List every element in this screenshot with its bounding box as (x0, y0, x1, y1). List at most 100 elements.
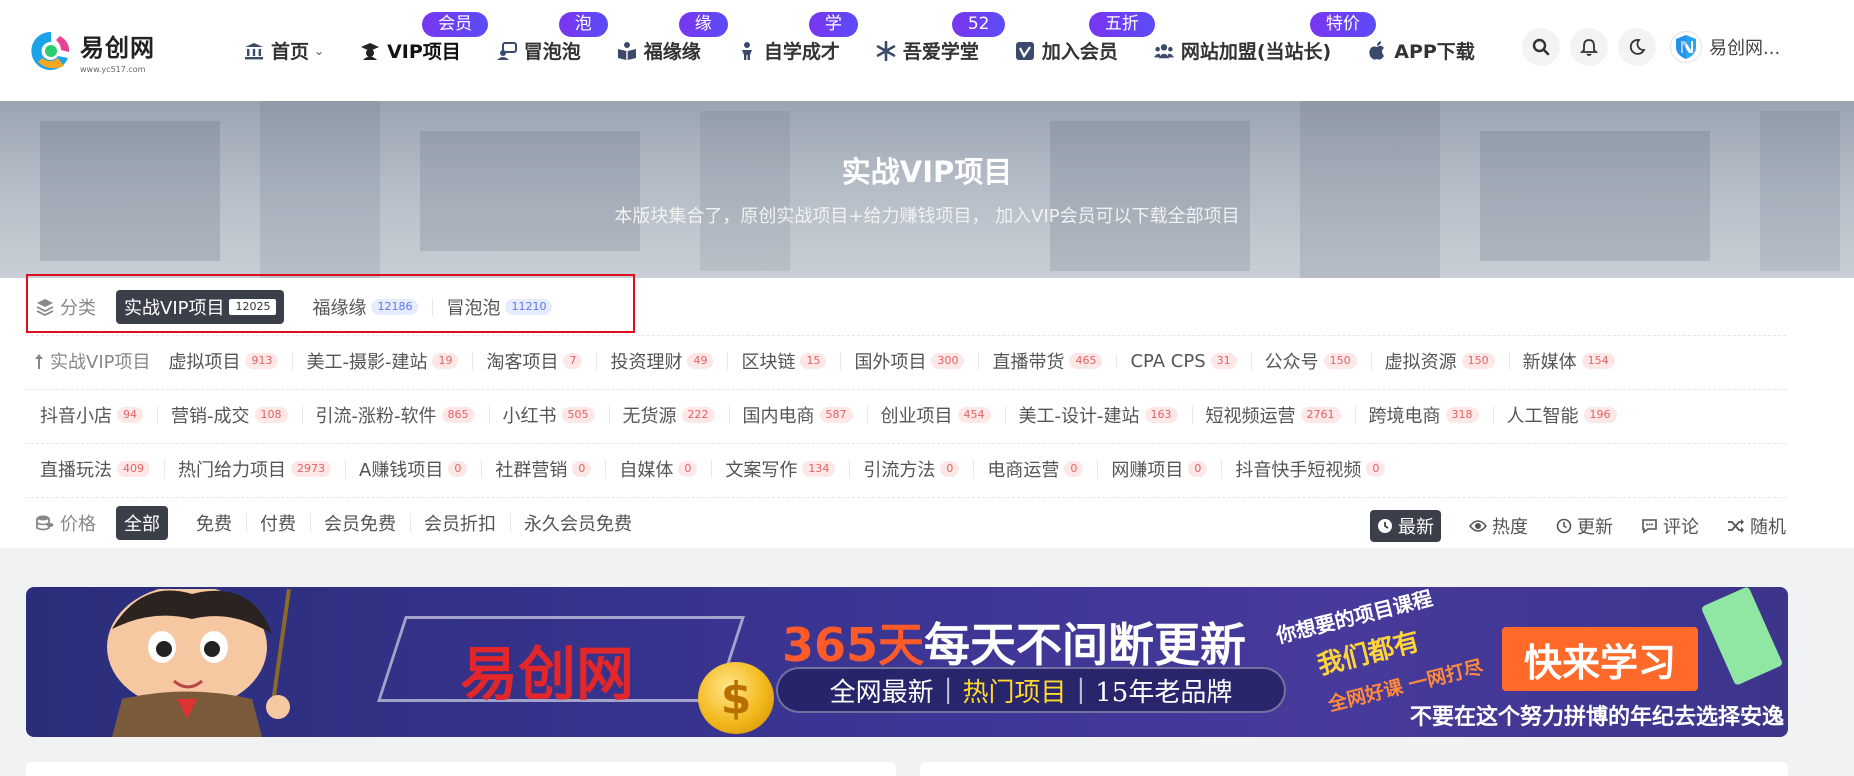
subcategory-tag[interactable]: 国外项目 300 (840, 348, 978, 374)
header-tools: 易创网... (1522, 28, 1780, 66)
eye-icon (1469, 520, 1487, 532)
subcategory-tag[interactable]: 美工-设计-建站 163 (1004, 402, 1192, 428)
count-badge: 134 (802, 461, 836, 477)
subcategory-tag[interactable]: 文案写作 134 (711, 456, 849, 482)
sort-popular[interactable]: 热度 (1469, 513, 1528, 539)
price-filter-1[interactable]: 免费 (182, 510, 246, 536)
user-name: 易创网... (1709, 38, 1781, 59)
subcategory-tag[interactable]: 自媒体 0 (605, 456, 711, 482)
count-badge: 0 (1064, 461, 1084, 477)
nav-home[interactable]: 首页 ⌄ (244, 0, 324, 101)
subcategory-tag[interactable]: A赚钱项目 0 (345, 456, 481, 482)
subcategory-tag[interactable]: 区块链 15 (727, 348, 840, 374)
promo-banner[interactable]: 易创网 $ 365天每天不间断更新 全网最新 | 热门项目 | 15年老品牌 你… (26, 587, 1788, 737)
subcategory-tag[interactable]: CPA CPS 31 (1116, 351, 1250, 372)
dark-mode-button[interactable] (1618, 28, 1656, 66)
price-filter-5[interactable]: 永久会员免费 (510, 510, 646, 536)
subcategory-tag[interactable]: 虚拟项目 913 (154, 348, 292, 374)
page-title: 实战VIP项目 (841, 155, 1013, 189)
parent-category-link[interactable]: 实战VIP项目 (34, 348, 150, 374)
subcategory-tag[interactable]: 跨境电商 318 (1354, 402, 1493, 428)
logo-name: 易创网 (80, 33, 155, 62)
count-badge: 154 (1581, 353, 1615, 369)
subcategory-tag[interactable]: 引流方法 0 (849, 456, 973, 482)
nav-vip-projects[interactable]: 会员 VIP项目 (360, 0, 489, 101)
sort-latest[interactable]: 最新 (1370, 510, 1441, 542)
price-filter-4[interactable]: 会员折扣 (410, 510, 510, 536)
subcategory-tag[interactable]: 公众号 150 (1250, 348, 1371, 374)
nav-fortune[interactable]: 缘 福缘缘 (617, 0, 728, 101)
subcategory-tag[interactable]: 小红书 505 (488, 402, 609, 428)
count-badge: 0 (1188, 461, 1208, 477)
apple-icon (1367, 40, 1387, 61)
price-filter-2[interactable]: 付费 (246, 510, 310, 536)
child-icon (737, 41, 757, 61)
sort-updated[interactable]: 更新 (1556, 513, 1613, 539)
site-header: 易创网 www.yc517.com 首页 ⌄ 会员 VIP项目 泡 冒泡泡 缘 … (0, 0, 1854, 101)
clock-outline-icon (1556, 518, 1572, 534)
count-badge: 454 (957, 407, 991, 423)
count-badge: 2761 (1300, 407, 1341, 423)
promo-headline: 365天每天不间断更新 (782, 618, 1247, 672)
nav-home-label: 首页 (271, 41, 310, 63)
nav-app-download[interactable]: APP下载 (1367, 0, 1475, 101)
subcategory-tag[interactable]: 国内电商 587 (728, 402, 867, 428)
nav-badge-franchise: 特价 (1309, 12, 1376, 37)
subcategory-tag[interactable]: 人工智能 196 (1492, 402, 1631, 428)
user-menu[interactable]: 易创网... (1670, 31, 1780, 63)
subcategory-tag[interactable]: 抖音小店 94 (26, 402, 157, 428)
subcategory-tag[interactable]: 社群营销 0 (481, 456, 605, 482)
subcategory-tag[interactable]: 营销-成交 108 (157, 402, 302, 428)
subcategory-tag[interactable]: 投资理财 49 (596, 348, 727, 374)
page-subtitle: 本版块集合了，原创实战项目+给力赚钱项目， 加入VIP会员可以下载全部项目 (614, 206, 1240, 227)
bell-icon (1580, 39, 1598, 56)
subcategory-tag[interactable]: 美工-摄影-建站 19 (292, 348, 472, 374)
subcategory-tag[interactable]: 热门给力项目 2973 (164, 456, 345, 482)
subcategory-tag[interactable]: 新媒体 154 (1508, 348, 1629, 374)
count-badge: 222 (681, 407, 715, 423)
coins-icon (36, 515, 54, 531)
graduate-icon (360, 41, 380, 61)
notification-button[interactable] (1570, 28, 1608, 66)
subcategory-tag[interactable]: 直播带货 465 (978, 348, 1116, 374)
divider (26, 497, 1786, 498)
users-icon (1153, 41, 1174, 61)
site-logo[interactable]: 易创网 www.yc517.com (28, 28, 168, 74)
search-button[interactable] (1522, 28, 1560, 66)
nav-franchise[interactable]: 特价 网站加盟(当站长) (1153, 0, 1376, 101)
subcategory-tag[interactable]: 直播玩法 409 (26, 456, 164, 482)
count-badge: 163 (1144, 407, 1178, 423)
subcategory-row-2: 抖音小店 94 营销-成交 108 引流-涨粉-软件 865 小红书 505 无货源 222 国内电… (26, 398, 1786, 432)
content-card (26, 762, 896, 776)
money-note-icon (1700, 587, 1784, 686)
subcategory-tag[interactable]: 无货源 222 (608, 402, 729, 428)
promo-cta-button[interactable]: 快来学习 (1502, 627, 1698, 691)
subcategory-tag[interactable]: 引流-涨粉-软件 865 (301, 402, 489, 428)
mascot-illustration (107, 589, 291, 737)
bank-icon (244, 41, 264, 61)
subcategory-tag[interactable]: 创业项目 454 (866, 402, 1005, 428)
price-filter-3[interactable]: 会员免费 (310, 510, 410, 536)
comment-icon (1642, 519, 1657, 534)
nav-bubble[interactable]: 泡 冒泡泡 (496, 0, 608, 101)
count-badge: 2973 (291, 461, 331, 477)
promo-strip: 全网最新 | 热门项目 | 15年老品牌 (776, 667, 1286, 713)
price-filter-0[interactable]: 全部 (116, 506, 168, 540)
subcategory-tag[interactable]: 电商运营 0 (973, 456, 1097, 482)
chat-user-icon (496, 41, 517, 61)
sort-random[interactable]: 随机 (1727, 513, 1786, 539)
nav-join-member[interactable]: 五折 加入会员 (1015, 0, 1155, 101)
subcategory-tag[interactable]: 抖音快手短视频 0 (1221, 456, 1399, 482)
count-badge: 409 (117, 461, 150, 477)
nav-join-label: 加入会员 (1041, 41, 1118, 63)
subcategory-tag[interactable]: 网赚项目 0 (1097, 456, 1221, 482)
nav-52-school[interactable]: 52 吾爱学堂 (876, 0, 1006, 101)
nav-self-study[interactable]: 学 自学成才 (737, 0, 858, 101)
count-badge: 913 (245, 353, 279, 369)
sort-comments[interactable]: 评论 (1641, 513, 1699, 539)
nav-app-label: APP下载 (1394, 41, 1475, 63)
subcategory-tag[interactable]: 淘客项目 7 (472, 348, 596, 374)
subcategory-tag[interactable]: 虚拟资源 150 (1370, 348, 1509, 374)
subcategory-tag[interactable]: 短视频运营 2761 (1191, 402, 1355, 428)
highlight-box (26, 274, 635, 333)
